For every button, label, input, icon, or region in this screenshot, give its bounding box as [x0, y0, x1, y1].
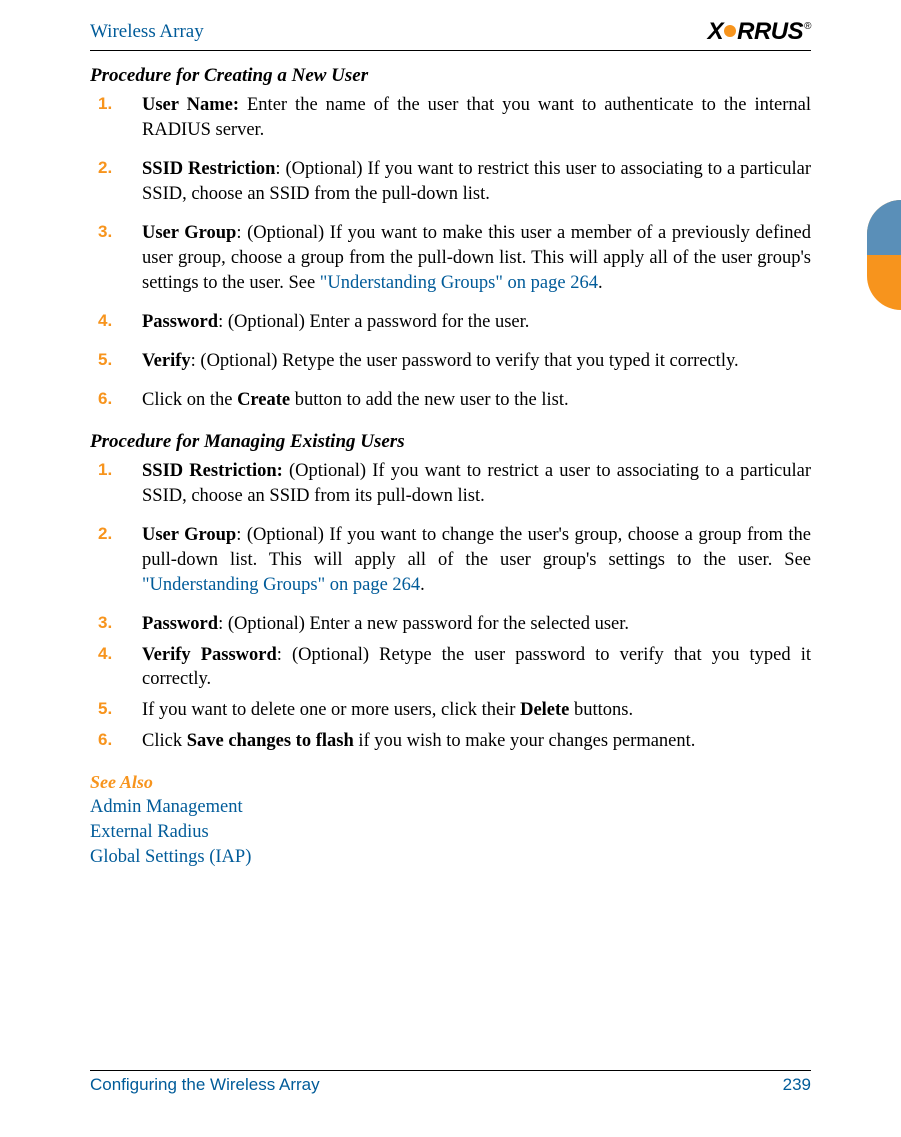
logo-dot-icon [724, 25, 736, 37]
step-item: 2. SSID Restriction: (Optional) If you w… [90, 157, 811, 207]
step-bold-mid: Save changes to flash [187, 731, 354, 751]
step-item: 1. User Name: Enter the name of the user… [90, 93, 811, 143]
steps-list-manage: 1. SSID Restriction: (Optional) If you w… [90, 459, 811, 755]
see-also-links: Admin Management External Radius Global … [90, 795, 811, 870]
cross-reference-link[interactable]: "Understanding Groups" on page 264 [320, 273, 598, 293]
step-text: if you wish to make your changes permane… [354, 731, 696, 751]
step-bold-mid: Create [237, 390, 290, 410]
step-item: 4. Password: (Optional) Enter a password… [90, 310, 811, 335]
step-item: 5. If you want to delete one or more use… [90, 698, 811, 723]
registered-mark-icon: ® [804, 21, 812, 32]
step-prefix: Click on the [142, 390, 237, 410]
step-label: User Name: [142, 95, 239, 115]
header-rule [90, 50, 811, 51]
step-item: 5. Verify: (Optional) Retype the user pa… [90, 349, 811, 374]
step-text: : (Optional) Enter a new password for th… [218, 614, 629, 634]
step-number: 2. [98, 523, 112, 546]
step-prefix: Click [142, 731, 187, 751]
step-text: : (Optional) If you want to change the u… [142, 525, 811, 570]
step-text: : (Optional) Retype the user password to… [191, 351, 739, 371]
step-text: Enter the name of the user that you want… [142, 95, 811, 140]
see-also-link[interactable]: Global Settings (IAP) [90, 845, 811, 870]
step-label: SSID Restriction: [142, 461, 283, 481]
step-label: Password [142, 312, 218, 332]
page-footer: Configuring the Wireless Array 239 [90, 1070, 811, 1095]
see-also-link[interactable]: External Radius [90, 820, 811, 845]
section-heading-create: Procedure for Creating a New User [90, 65, 811, 87]
step-text: buttons. [569, 700, 633, 720]
step-label: SSID Restriction [142, 159, 275, 179]
page-header: Wireless Array X RRUS® [90, 18, 811, 48]
footer-page-number: 239 [783, 1075, 811, 1095]
see-also-link[interactable]: Admin Management [90, 795, 811, 820]
page-container: Wireless Array X RRUS® Procedure for Crea… [0, 0, 901, 870]
step-prefix: If you want to delete one or more users,… [142, 700, 520, 720]
step-number: 6. [98, 729, 112, 752]
thumb-tab-icon [867, 200, 901, 310]
step-item: 3. Password: (Optional) Enter a new pass… [90, 612, 811, 637]
step-label: Password [142, 614, 218, 634]
section-heading-manage: Procedure for Managing Existing Users [90, 431, 811, 453]
step-item: 3. User Group: (Optional) If you want to… [90, 221, 811, 296]
steps-list-create: 1. User Name: Enter the name of the user… [90, 93, 811, 413]
step-text-after: . [598, 273, 603, 293]
step-bold-mid: Delete [520, 700, 569, 720]
step-item: 6. Click on the Create button to add the… [90, 388, 811, 413]
cross-reference-link[interactable]: "Understanding Groups" on page 264 [142, 575, 420, 595]
footer-chapter-title: Configuring the Wireless Array [90, 1075, 320, 1095]
see-also-heading: See Also [90, 772, 811, 793]
step-number: 6. [98, 388, 112, 411]
step-number: 3. [98, 221, 112, 244]
step-number: 4. [98, 310, 112, 333]
step-number: 3. [98, 612, 112, 635]
step-text-after: . [420, 575, 425, 595]
logo-text-left: X [708, 18, 724, 46]
step-text: : (Optional) Enter a password for the us… [218, 312, 529, 332]
step-number: 1. [98, 93, 112, 116]
step-label: Verify Password [142, 645, 277, 665]
step-number: 2. [98, 157, 112, 180]
step-item: 2. User Group: (Optional) If you want to… [90, 523, 811, 598]
footer-rule [90, 1070, 811, 1071]
logo-text-right: RRUS [737, 18, 803, 46]
step-label: User Group [142, 525, 236, 545]
brand-logo: X RRUS® [708, 18, 811, 46]
step-number: 5. [98, 349, 112, 372]
step-item: 1. SSID Restriction: (Optional) If you w… [90, 459, 811, 509]
step-label: Verify [142, 351, 191, 371]
step-number: 4. [98, 643, 112, 666]
step-number: 5. [98, 698, 112, 721]
step-item: 4. Verify Password: (Optional) Retype th… [90, 643, 811, 693]
step-label: User Group [142, 223, 236, 243]
step-item: 6. Click Save changes to flash if you wi… [90, 729, 811, 754]
step-text: button to add the new user to the list. [290, 390, 569, 410]
step-number: 1. [98, 459, 112, 482]
running-title: Wireless Array [90, 21, 204, 43]
